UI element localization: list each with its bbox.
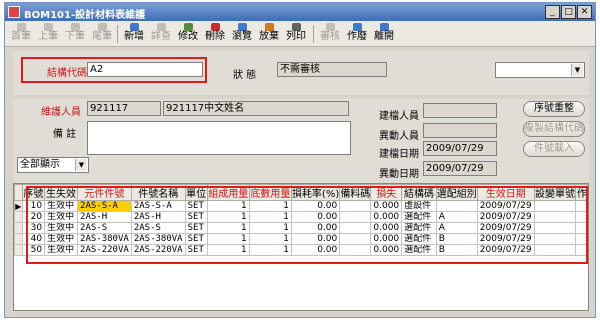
window-title: BOM101-設計材料表維護 bbox=[24, 10, 146, 21]
prev-record-icon bbox=[43, 23, 53, 31]
chevron-down-icon[interactable]: ▼ bbox=[75, 159, 87, 171]
cancel-icon bbox=[264, 23, 274, 31]
cancel-button[interactable]: 放棄 bbox=[257, 23, 281, 45]
app-icon bbox=[8, 6, 20, 18]
toolbar-separator bbox=[117, 25, 118, 43]
structure-code-field[interactable]: A2 bbox=[87, 62, 203, 77]
print-button[interactable]: 列印 bbox=[284, 23, 308, 45]
toolbar-separator bbox=[313, 25, 314, 43]
detail-panel: 維護人員 921117 921117中文姓名 備 註 全部顯示 ▼ 建檔人員 異… bbox=[13, 99, 589, 183]
approve-button[interactable]: 審核 bbox=[318, 23, 342, 45]
row-indicator bbox=[14, 244, 23, 256]
add-icon bbox=[129, 23, 139, 31]
first-record-icon bbox=[16, 23, 26, 31]
edit-icon bbox=[183, 23, 193, 31]
bom-grid: 序號 生失效 元件件號 件號名稱 單位 組成用量 底數用量 損耗率(%) 備料碼… bbox=[13, 183, 589, 311]
right-combo[interactable]: ▼ bbox=[495, 62, 585, 78]
status-field: 不需審核 bbox=[277, 62, 387, 77]
exit-door-icon bbox=[379, 23, 389, 31]
modified-date-label: 異動日期 bbox=[379, 169, 419, 180]
next-record-button[interactable]: 下筆 bbox=[63, 23, 87, 45]
modifier-field bbox=[423, 123, 497, 138]
inquiry-button[interactable]: 詳查 bbox=[149, 23, 173, 45]
maintainer-id-field: 921117 bbox=[87, 101, 161, 116]
maintainer-name-field: 921117中文姓名 bbox=[163, 101, 349, 116]
modified-date-field: 2009/07/29 bbox=[423, 161, 497, 176]
status-label: 狀 態 bbox=[233, 70, 257, 81]
printer-icon bbox=[291, 23, 301, 31]
next-record-icon bbox=[70, 23, 80, 31]
reorder-button[interactable]: 序號重整 bbox=[523, 101, 585, 117]
browse-button[interactable]: 瀏覽 bbox=[230, 23, 254, 45]
modifier-label: 異動人員 bbox=[379, 131, 419, 142]
creator-field bbox=[423, 103, 497, 118]
toolbar: 首筆 上筆 下筆 尾筆 新增 詳查 修改 刪除 瀏覽 放棄 列印 審核 作廢 離… bbox=[5, 21, 595, 47]
inquiry-icon bbox=[156, 23, 166, 31]
minimize-button[interactable]: _ bbox=[545, 5, 560, 19]
copy-structure-button[interactable]: 複製結構代碼 bbox=[523, 121, 585, 137]
last-record-button[interactable]: 尾筆 bbox=[90, 23, 114, 45]
remark-textarea[interactable] bbox=[87, 121, 351, 155]
exit-button[interactable]: 離開 bbox=[372, 23, 396, 45]
maximize-button[interactable]: □ bbox=[561, 5, 576, 19]
first-record-button[interactable]: 首筆 bbox=[9, 23, 33, 45]
row-indicator-header bbox=[14, 184, 23, 201]
created-date-field: 2009/07/29 bbox=[423, 141, 497, 156]
row-indicator bbox=[14, 222, 23, 234]
approve-icon bbox=[325, 23, 335, 31]
main-window: BOM101-設計材料表維護 _ □ ✕ 首筆 上筆 下筆 尾筆 新增 詳查 修… bbox=[4, 2, 596, 318]
structure-code-label: 結構代碼 bbox=[47, 68, 87, 79]
import-part-button[interactable]: 件號載入 bbox=[523, 141, 585, 157]
created-date-label: 建檔日期 bbox=[379, 149, 419, 160]
row-indicator bbox=[14, 233, 23, 245]
add-button[interactable]: 新增 bbox=[122, 23, 146, 45]
browse-icon bbox=[237, 23, 247, 31]
grid-rows-highlight bbox=[26, 186, 588, 264]
maintainer-label: 維護人員 bbox=[41, 107, 81, 118]
delete-button[interactable]: 刪除 bbox=[203, 23, 227, 45]
edit-button[interactable]: 修改 bbox=[176, 23, 200, 45]
row-indicator bbox=[14, 211, 23, 223]
filter-combo-value: 全部顯示 bbox=[20, 159, 60, 170]
close-button[interactable]: ✕ bbox=[577, 5, 592, 19]
title-bar: BOM101-設計材料表維護 _ □ ✕ bbox=[5, 3, 595, 21]
last-record-icon bbox=[97, 23, 107, 31]
filter-combo[interactable]: 全部顯示 ▼ bbox=[17, 157, 89, 173]
remark-label: 備 註 bbox=[53, 129, 77, 140]
creator-label: 建檔人員 bbox=[379, 111, 419, 122]
void-icon bbox=[352, 23, 362, 31]
current-row-arrow-icon: ▶ bbox=[14, 200, 23, 212]
delete-icon bbox=[210, 23, 220, 31]
header-panel: 結構代碼 A2 狀 態 不需審核 ▼ bbox=[13, 51, 589, 95]
prev-record-button[interactable]: 上筆 bbox=[36, 23, 60, 45]
chevron-down-icon[interactable]: ▼ bbox=[571, 64, 583, 76]
void-button[interactable]: 作廢 bbox=[345, 23, 369, 45]
